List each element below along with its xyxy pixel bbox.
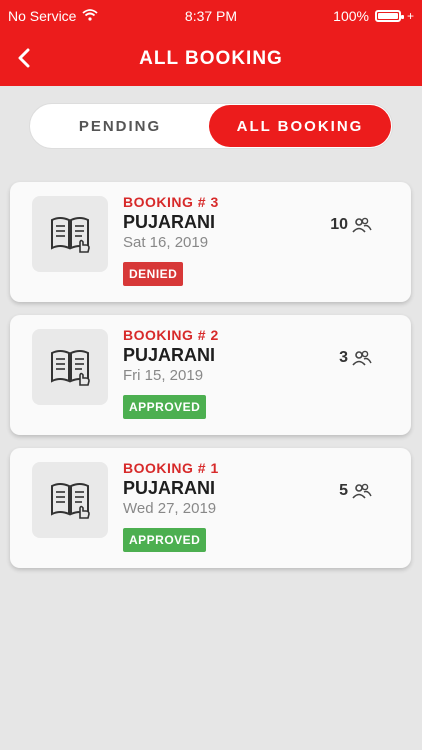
app-header: ALL BOOKING <box>0 34 422 86</box>
guest-count: 5 <box>339 482 372 500</box>
booking-name: PUJARANI <box>123 212 216 232</box>
booking-card[interactable]: BOOKING # 1 PUJARANI Wed 27, 2019 APPROV… <box>10 448 411 568</box>
status-badge: APPROVED <box>123 395 207 419</box>
booking-thumbnail <box>32 462 108 538</box>
top-bar: No Service 8:37 PM 100% + ALL BOOKING <box>0 0 422 86</box>
booking-card[interactable]: BOOKING # 3 PUJARANI Sat 16, 2019 DENIED… <box>10 182 411 302</box>
status-bar: No Service 8:37 PM 100% + <box>0 0 422 34</box>
charging-icon: + <box>406 9 414 23</box>
booking-thumbnail <box>32 329 108 405</box>
book-hand-icon <box>51 217 90 253</box>
status-right: 100% + <box>333 8 414 24</box>
booking-tabs: PENDING ALL BOOKING <box>29 103 393 149</box>
people-icon <box>352 217 372 233</box>
booking-number: BOOKING # 1 <box>123 460 219 476</box>
guest-count: 10 <box>330 216 372 234</box>
guest-count-value: 3 <box>339 349 348 366</box>
tab-pending[interactable]: PENDING <box>30 104 210 148</box>
booking-card[interactable]: BOOKING # 2 PUJARANI Fri 15, 2019 APPROV… <box>10 315 411 435</box>
guest-count-value: 5 <box>339 482 348 499</box>
booking-date: Fri 15, 2019 <box>123 367 204 384</box>
booking-date: Sat 16, 2019 <box>123 234 209 251</box>
status-badge: APPROVED <box>123 528 207 552</box>
tab-all-booking[interactable]: ALL BOOKING <box>209 105 391 147</box>
battery-percent: 100% <box>333 8 369 24</box>
booking-date: Wed 27, 2019 <box>123 500 217 517</box>
booking-number: BOOKING # 2 <box>123 327 219 343</box>
booking-name: PUJARANI <box>123 345 216 365</box>
battery-icon <box>374 10 404 22</box>
people-icon <box>352 350 372 366</box>
guest-count: 3 <box>339 349 372 367</box>
status-badge: DENIED <box>123 262 184 286</box>
book-hand-icon <box>51 483 90 519</box>
guest-count-value: 10 <box>330 216 348 233</box>
booking-number: BOOKING # 3 <box>123 194 219 210</box>
booking-name: PUJARANI <box>123 478 216 498</box>
page-title: ALL BOOKING <box>139 48 283 69</box>
booking-thumbnail <box>32 196 108 272</box>
book-hand-icon <box>51 350 90 386</box>
people-icon <box>352 483 372 499</box>
